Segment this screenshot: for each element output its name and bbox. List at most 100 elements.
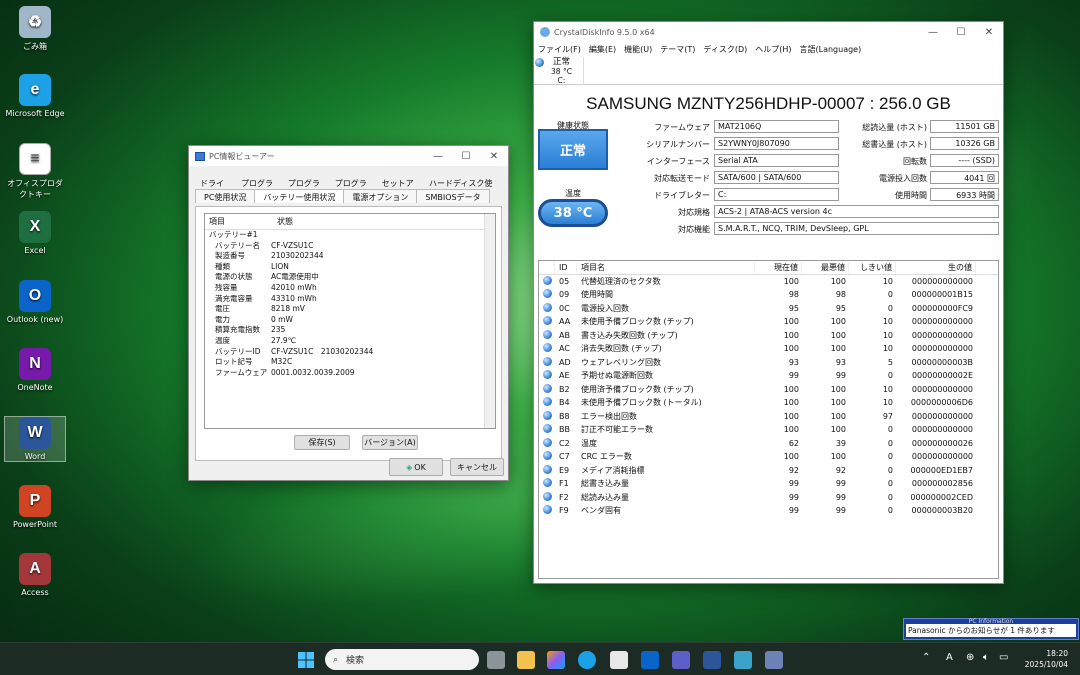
list-item[interactable]: ロット記号 M32C <box>205 357 495 368</box>
table-row[interactable]: AA 未使用予備ブロック数 (チップ) 100 100 10 000000000000 <box>539 315 998 329</box>
table-row[interactable]: B8 エラー検出回数 100 100 97 000000000000 <box>539 410 998 424</box>
save-button[interactable]: 保存(S) <box>294 435 350 450</box>
vertical-scrollbar[interactable] <box>484 214 495 428</box>
table-row[interactable]: AC 消去失敗回数 (チップ) 100 100 10 000000000000 <box>539 342 998 356</box>
close-button[interactable]: ✕ <box>480 151 508 162</box>
tab-bottom-3[interactable]: SMBIOSデータ <box>416 189 490 203</box>
table-row[interactable]: AE 予期せぬ電源断回数 99 99 0 00000000002E <box>539 369 998 383</box>
health-status-button[interactable]: 正常 <box>538 129 608 170</box>
minimize-button[interactable]: — <box>919 27 947 38</box>
table-row[interactable]: F2 総読み込み量 99 99 0 000000002CED <box>539 491 998 505</box>
list-item[interactable]: 積算充電指数 235 <box>205 325 495 336</box>
title-bar[interactable]: PC情報ビューアー — ☐ ✕ <box>189 146 508 166</box>
desktop-icon-text-file[interactable]: ≡ オフィスプロダクトキー <box>4 143 66 200</box>
close-button[interactable]: ✕ <box>975 27 1003 38</box>
pc-info-icon[interactable] <box>765 651 783 669</box>
list-item[interactable]: 残容量 42010 mWh <box>205 283 495 294</box>
table-row[interactable]: 09 使用時間 98 98 0 000000001B15 <box>539 288 998 302</box>
tab-top-3[interactable]: プログラム 3 <box>330 176 377 199</box>
menu-item-6[interactable]: 言語(Language) <box>800 44 862 55</box>
list-item[interactable]: 種類 LION <box>205 262 495 273</box>
table-row[interactable]: C7 CRC エラー数 100 100 0 000000000000 <box>539 450 998 464</box>
tab-top-2[interactable]: プログラム 2 <box>283 176 330 199</box>
tab-top-4[interactable]: セットアップ <box>377 176 424 199</box>
table-row[interactable]: 0C 電源投入回数 95 95 0 000000000FC9 <box>539 302 998 316</box>
table-row[interactable]: BB 訂正不可能エラー数 100 100 0 000000000000 <box>539 423 998 437</box>
table-row[interactable]: F1 総書き込み量 99 99 0 000000002856 <box>539 477 998 491</box>
list-item[interactable]: 製造番号 21030202344 <box>205 251 495 262</box>
table-row[interactable]: AD ウェアレベリング回数 93 93 5 00000000003B <box>539 356 998 370</box>
menu-item-1[interactable]: 編集(E) <box>589 44 616 55</box>
ok-button[interactable]: ◈ OK <box>389 458 443 476</box>
list-item[interactable]: 満充電容量 43310 mWh <box>205 294 495 305</box>
column-header-current[interactable]: 現在値 <box>755 261 802 273</box>
column-header-threshold[interactable]: しきい値 <box>849 261 896 273</box>
table-row[interactable]: E9 メディア消耗指標 92 92 0 000000ED1EB7 <box>539 464 998 478</box>
table-row[interactable]: B2 使用済予備ブロック数 (チップ) 100 100 10 000000000000 <box>539 383 998 397</box>
battery-icon[interactable]: ▭ <box>999 652 1008 663</box>
drive-tab-c[interactable]: 正常 38 °C C: <box>540 57 584 85</box>
maximize-button[interactable]: ☐ <box>452 151 480 162</box>
column-header-id[interactable]: ID <box>555 262 577 272</box>
smart-table[interactable]: ID 項目名 現在値 最悪値 しきい値 生の値 05 代替処理済のセクタ数 100 1… <box>538 260 999 579</box>
tab-top-5[interactable]: ハードディスク使用状況 <box>424 176 502 199</box>
desktop-icon-access[interactable]: A Access <box>4 553 66 597</box>
column-header-item[interactable]: 項目 <box>209 216 277 227</box>
desktop-icon-word[interactable]: W Word <box>4 416 66 462</box>
task-view-icon[interactable] <box>487 651 505 669</box>
desktop-icon-edge[interactable]: e Microsoft Edge <box>4 74 66 118</box>
menu-item-0[interactable]: ファイル(F) <box>538 44 581 55</box>
globe-icon[interactable]: ⊕ <box>966 652 974 663</box>
table-row[interactable]: F9 ベンダ固有 99 99 0 000000003B20 <box>539 504 998 518</box>
table-row[interactable]: 05 代替処理済のセクタ数 100 100 10 000000000000 <box>539 275 998 289</box>
version-button[interactable]: バージョン(A) <box>362 435 418 450</box>
column-header-worst[interactable]: 最悪値 <box>802 261 849 273</box>
table-row[interactable]: AB 書き込み失敗回数 (チップ) 100 100 10 000000000000 <box>539 329 998 343</box>
copilot-icon[interactable] <box>547 651 565 669</box>
tab-top-1[interactable]: プログラム 1 <box>236 176 283 199</box>
tab-bottom-0[interactable]: PC使用状況 <box>195 189 256 203</box>
chevron-up-icon[interactable]: ⌃ <box>922 652 930 663</box>
file-explorer-icon[interactable] <box>517 651 535 669</box>
table-row[interactable]: C2 温度 62 39 0 000000000026 <box>539 437 998 451</box>
list-item[interactable]: 温度 27.9℃ <box>205 336 495 347</box>
outlook-icon[interactable] <box>641 651 659 669</box>
column-header-raw[interactable]: 生の値 <box>896 261 976 273</box>
tab-bottom-2[interactable]: 電源オプション <box>343 189 418 203</box>
ime-indicator[interactable]: A <box>946 652 953 663</box>
tab-top-0[interactable]: ドライバー <box>195 176 236 199</box>
maximize-button[interactable]: ☐ <box>947 27 975 38</box>
list-item[interactable]: 電圧 8218 mV <box>205 304 495 315</box>
pc-information-notification[interactable]: PC Information Panasonic からのお知らせが 1 件ありま… <box>903 618 1079 640</box>
search-box[interactable]: ⌕ 検索 <box>325 649 479 670</box>
system-clock[interactable]: 18:20 2025/10/04 <box>1025 648 1068 670</box>
list-item[interactable]: バッテリーID CF-VZSU1C 21030202344 <box>205 347 495 358</box>
desktop-icon-recycle-bin[interactable]: ♻ ごみ箱 <box>4 6 66 52</box>
word-icon[interactable] <box>703 651 721 669</box>
menu-item-5[interactable]: ヘルプ(H) <box>755 44 791 55</box>
tab-bottom-1[interactable]: バッテリー使用状況 <box>254 189 345 203</box>
desktop-icon-excel[interactable]: X Excel <box>4 211 66 255</box>
menu-item-2[interactable]: 機能(U) <box>624 44 652 55</box>
title-bar[interactable]: CrystalDiskInfo 9.5.0 x64 — ☐ ✕ <box>534 22 1003 42</box>
table-row[interactable]: B4 未使用予備ブロック数 (トータル) 100 100 10 0000000006D6 <box>539 396 998 410</box>
column-header-name[interactable]: 項目名 <box>577 261 755 273</box>
desktop-icon-powerpoint[interactable]: P PowerPoint <box>4 485 66 529</box>
edge-icon[interactable] <box>578 651 596 669</box>
desktop-icon-outlook[interactable]: O Outlook (new) <box>4 280 66 324</box>
column-header-status[interactable]: 状態 <box>277 216 293 227</box>
app-icon[interactable] <box>734 651 752 669</box>
menu-item-4[interactable]: ディスク(D) <box>703 44 747 55</box>
list-item[interactable]: 電源の状態 AC電源使用中 <box>205 272 495 283</box>
desktop-icon-onenote[interactable]: N OneNote <box>4 348 66 392</box>
speaker-icon[interactable]: 🔈︎ <box>983 652 989 663</box>
start-button[interactable] <box>297 651 315 669</box>
list-item[interactable]: ファームウェア 0001.0032.0039.2009 <box>205 368 495 379</box>
battery-info-list[interactable]: 項目 状態 バッテリー#1 バッテリー名 CF-VZSU1C 製造番号 2103020… <box>204 213 496 429</box>
temperature-badge[interactable]: 38 °C <box>538 199 608 227</box>
list-item[interactable]: 電力 0 mW <box>205 315 495 326</box>
menu-item-3[interactable]: テーマ(T) <box>660 44 695 55</box>
cancel-button[interactable]: キャンセル <box>450 458 504 476</box>
list-item[interactable]: バッテリー名 CF-VZSU1C <box>205 241 495 252</box>
column-header-status[interactable] <box>539 260 555 274</box>
